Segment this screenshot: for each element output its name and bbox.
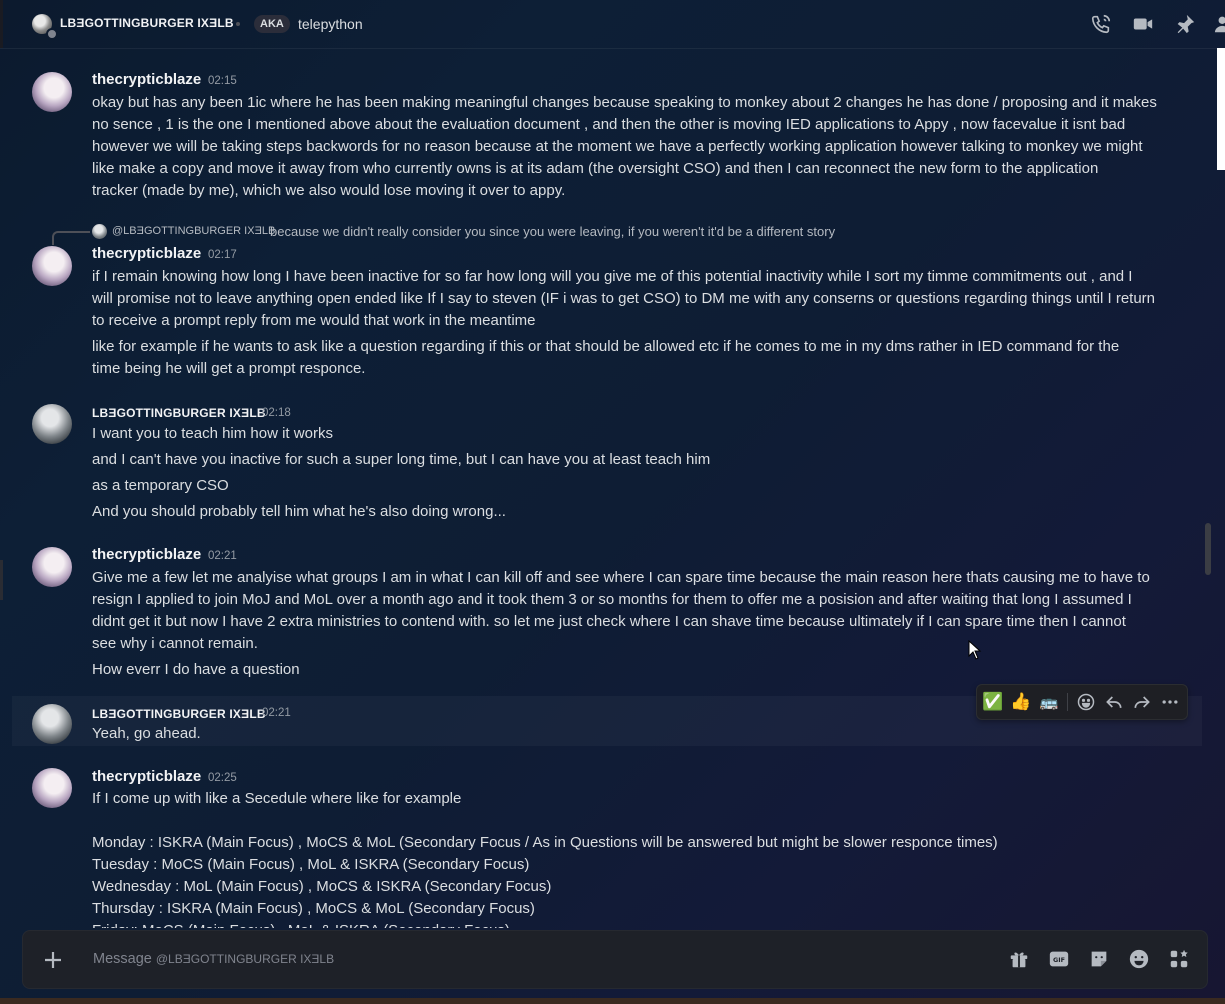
channel-header: LBƎGOTTINGBURGER IXƎLB AKA telepython bbox=[0, 0, 1225, 49]
emoji-icon[interactable] bbox=[1128, 948, 1152, 972]
reaction-check-button[interactable]: ✅ bbox=[981, 690, 1005, 714]
add-friend-icon[interactable] bbox=[1214, 13, 1225, 35]
status-indicator bbox=[46, 28, 58, 40]
more-icon[interactable] bbox=[1158, 690, 1182, 714]
message-list: thecrypticblaze 02:15 okay but has any b… bbox=[0, 48, 1203, 928]
message-line: however we will be taking steps backword… bbox=[92, 138, 1143, 155]
message: LBƎGOTTINGBURGER IXƎLB 02:18 I want you … bbox=[12, 396, 1202, 526]
reply-preview-text[interactable]: because we didn't really consider you si… bbox=[270, 224, 835, 239]
message-line: no sence , 1 is the one I mentioned abov… bbox=[92, 116, 1126, 133]
voice-call-icon[interactable] bbox=[1090, 13, 1112, 35]
message-line: How everr I do have a question bbox=[92, 661, 300, 678]
message: thecrypticblaze 02:15 okay but has any b… bbox=[12, 64, 1202, 204]
message-line: Wednesday : MoL (Main Focus) , MoCS & IS… bbox=[92, 878, 552, 895]
message-line: if I remain knowing how long I have been… bbox=[92, 268, 1133, 285]
placeholder-recipient: @LBƎGOTTINGBURGER IXƎLB bbox=[155, 952, 335, 966]
avatar[interactable] bbox=[32, 404, 72, 444]
message-line: tracker (made by me), which we also woul… bbox=[92, 182, 566, 199]
avatar[interactable] bbox=[32, 704, 72, 744]
aka-name: telepython bbox=[298, 16, 363, 32]
aka-badge: AKA bbox=[254, 15, 290, 33]
reaction-thumbsup-button[interactable]: 👍 bbox=[1009, 690, 1033, 714]
message-author[interactable]: LBƎGOTTINGBURGER IXƎLB bbox=[92, 406, 266, 420]
message-timestamp: 02:15 bbox=[208, 75, 237, 87]
message-actions-toolbar: ✅ 👍 🚌 bbox=[976, 684, 1188, 720]
message-author[interactable]: thecrypticblaze bbox=[92, 245, 201, 262]
message-line: to receive a prompt reply from me would … bbox=[92, 312, 536, 329]
avatar[interactable] bbox=[32, 246, 72, 286]
message-timestamp: 02:21 bbox=[208, 550, 237, 562]
svg-text:GIF: GIF bbox=[1053, 956, 1065, 964]
message-timestamp: 02:25 bbox=[208, 772, 237, 784]
pin-icon[interactable] bbox=[1174, 13, 1196, 35]
message-input[interactable]: Message @LBƎGOTTINGBURGER IXƎLB bbox=[93, 951, 334, 967]
message-author[interactable]: thecrypticblaze bbox=[92, 768, 201, 785]
message-line: see why i cannot remain. bbox=[92, 635, 258, 652]
message-line: as a temporary CSO bbox=[92, 477, 229, 494]
message: thecrypticblaze 02:21 Give me a few let … bbox=[12, 539, 1202, 689]
message-line: like for example if he wants to ask like… bbox=[92, 338, 1120, 355]
message-line: If I come up with like a Secedule where … bbox=[92, 790, 462, 807]
message-line: will promise not to leave anything open … bbox=[92, 290, 1156, 307]
message-composer[interactable]: Message @LBƎGOTTINGBURGER IXƎLB GIF bbox=[22, 930, 1208, 989]
message-line: Tuesday : MoCS (Main Focus) , MoL & ISKR… bbox=[92, 856, 530, 873]
gif-icon[interactable]: GIF bbox=[1048, 948, 1072, 972]
reply-avatar[interactable] bbox=[92, 224, 107, 239]
message-line: I want you to teach him how it works bbox=[92, 425, 333, 442]
apps-icon[interactable] bbox=[1168, 948, 1192, 972]
message-timestamp: 02:18 bbox=[262, 407, 291, 419]
reaction-bus-button[interactable]: 🚌 bbox=[1037, 690, 1061, 714]
message: thecrypticblaze 02:25 If I come up with … bbox=[12, 760, 1202, 928]
sticker-icon[interactable] bbox=[1088, 948, 1112, 972]
toolbar-divider bbox=[1067, 693, 1068, 711]
message-line: and I can't have you inactive for such a… bbox=[92, 451, 711, 468]
plus-icon[interactable] bbox=[41, 948, 65, 972]
gift-icon[interactable] bbox=[1008, 948, 1032, 972]
message-author[interactable]: LBƎGOTTINGBURGER IXƎLB bbox=[92, 707, 266, 721]
message-line: Friday: MoCS (Main Focus) , MoL & ISKRA … bbox=[92, 920, 1182, 928]
placeholder-prefix: Message bbox=[93, 951, 156, 967]
message-line: didnt get it but now I have 2 extra mini… bbox=[92, 613, 1126, 630]
message-line: Give me a few let me analyise what group… bbox=[92, 569, 1150, 586]
message-line: resign I applied to join MoJ and MoL ove… bbox=[92, 591, 1132, 608]
message-line: Yeah, go ahead. bbox=[92, 725, 201, 742]
taskbar-edge bbox=[0, 998, 1225, 1004]
message-line: time being he will get a prompt responce… bbox=[92, 360, 366, 377]
message-line: And you should probably tell him what he… bbox=[92, 503, 506, 520]
message: thecrypticblaze 02:17 if I remain knowin… bbox=[12, 238, 1202, 378]
side-panel-edge bbox=[1217, 48, 1225, 170]
message-author[interactable]: thecrypticblaze bbox=[92, 546, 201, 563]
header-separator bbox=[236, 22, 240, 26]
message-line: Monday : ISKRA (Main Focus) , MoCS & MoL… bbox=[92, 834, 998, 851]
message-line: okay but has any been 1ic where he has b… bbox=[92, 94, 1157, 111]
add-reaction-icon[interactable] bbox=[1074, 690, 1098, 714]
mouse-cursor-icon bbox=[968, 640, 982, 660]
message-line: Thursday : ISKRA (Main Focus) , MoCS & M… bbox=[92, 900, 535, 917]
scrollbar-thumb[interactable] bbox=[1205, 523, 1211, 575]
message-line: like make a copy and move it away from w… bbox=[92, 160, 1099, 177]
video-call-icon[interactable] bbox=[1132, 13, 1154, 35]
reply-author[interactable]: @LBƎGOTTINGBURGER IXƎLB bbox=[112, 225, 275, 237]
scrollbar-track[interactable] bbox=[1203, 48, 1211, 928]
window-edge bbox=[0, 0, 3, 48]
avatar[interactable] bbox=[32, 768, 72, 808]
dm-title[interactable]: LBƎGOTTINGBURGER IXƎLB bbox=[60, 16, 234, 30]
forward-icon[interactable] bbox=[1130, 690, 1154, 714]
reply-icon[interactable] bbox=[1102, 690, 1126, 714]
message-timestamp: 02:21 bbox=[262, 707, 291, 719]
message-author[interactable]: thecrypticblaze bbox=[92, 71, 201, 88]
avatar[interactable] bbox=[32, 547, 72, 587]
message-timestamp: 02:17 bbox=[208, 249, 237, 261]
avatar[interactable] bbox=[32, 72, 72, 112]
